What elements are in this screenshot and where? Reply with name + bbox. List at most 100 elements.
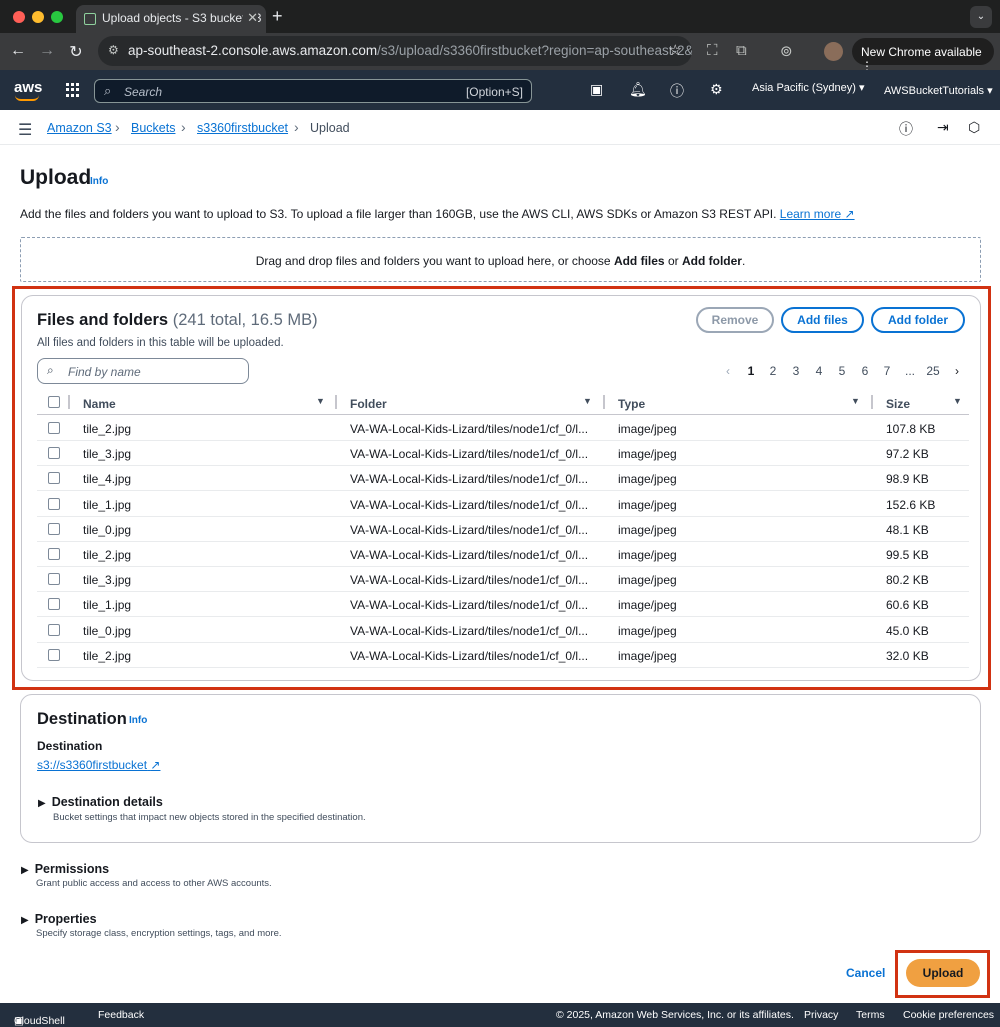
tab-search-icon[interactable]: ⌄ xyxy=(970,6,992,28)
bookmark-star-icon[interactable]: ☆ xyxy=(669,41,682,59)
page-1[interactable]: 1 xyxy=(744,364,758,378)
column-type[interactable]: Type xyxy=(618,397,645,411)
breadcrumb: ☰ Amazon S3 › Buckets › s3360firstbucket… xyxy=(0,110,1000,145)
row-checkbox[interactable] xyxy=(48,648,60,661)
table-row[interactable]: tile_2.jpg VA-WA-Local-Kids-Lizard/tiles/… xyxy=(37,416,969,441)
info-link[interactable]: Info xyxy=(90,176,108,187)
select-all-checkbox[interactable] xyxy=(48,396,60,408)
security-icon[interactable]: ⬡ xyxy=(968,119,980,136)
cell-type: image/jpeg xyxy=(618,573,677,588)
site-info-icon[interactable]: ⚙ xyxy=(108,43,119,57)
settings-gear-icon[interactable]: ⚙ xyxy=(710,81,723,98)
drop-zone[interactable]: Drag and drop files and folders you want… xyxy=(20,237,981,282)
row-checkbox[interactable] xyxy=(48,522,60,535)
table-row[interactable]: tile_0.jpg VA-WA-Local-Kids-Lizard/tiles/… xyxy=(37,517,969,542)
new-tab-icon[interactable]: + xyxy=(272,6,283,27)
page-2[interactable]: 2 xyxy=(766,364,780,378)
destination-details-toggle[interactable]: ▶ Destination details xyxy=(38,795,163,809)
row-checkbox[interactable] xyxy=(48,548,60,560)
destination-info-link[interactable]: Info xyxy=(129,715,147,726)
region-selector[interactable]: Asia Pacific (Sydney) ▾ xyxy=(752,81,865,94)
page-25[interactable]: 25 xyxy=(924,364,942,378)
table-row[interactable]: tile_1.jpg VA-WA-Local-Kids-Lizard/tiles/… xyxy=(37,492,969,517)
page-4[interactable]: 4 xyxy=(812,364,826,378)
close-window-icon[interactable] xyxy=(13,11,25,23)
prev-page-icon[interactable]: ‹ xyxy=(721,364,735,378)
add-files-button[interactable]: Add files xyxy=(781,307,864,333)
address-bar[interactable]: ⚙ ap-southeast-2.console.aws.amazon.com/… xyxy=(98,36,692,66)
sort-size-icon[interactable]: ▼ xyxy=(953,396,962,406)
remove-button[interactable]: Remove xyxy=(696,307,774,333)
screenshot-icon[interactable]: ⛶ xyxy=(707,42,718,59)
column-name[interactable]: Name xyxy=(83,397,116,411)
profile-avatar[interactable] xyxy=(824,42,843,61)
row-checkbox[interactable] xyxy=(48,573,60,586)
page-7[interactable]: 7 xyxy=(880,364,894,378)
table-row[interactable]: tile_3.jpg VA-WA-Local-Kids-Lizard/tiles/… xyxy=(37,567,969,593)
minimize-window-icon[interactable] xyxy=(32,11,44,23)
row-checkbox[interactable] xyxy=(48,623,60,636)
destination-link[interactable]: s3://s3360firstbucket ↗ xyxy=(37,758,160,772)
table-row[interactable]: tile_0.jpg VA-WA-Local-Kids-Lizard/tiles/… xyxy=(37,618,969,643)
table-row[interactable]: tile_3.jpg VA-WA-Local-Kids-Lizard/tiles/… xyxy=(37,441,969,467)
aws-search-input[interactable]: ⌕ Search [Option+S] xyxy=(94,79,532,103)
sort-folder-icon[interactable]: ▼ xyxy=(583,396,592,406)
row-checkbox[interactable] xyxy=(48,497,60,510)
row-checkbox[interactable] xyxy=(48,598,60,611)
cookie-preferences-link[interactable]: Cookie preferences xyxy=(903,1009,994,1021)
row-checkbox[interactable] xyxy=(48,422,60,434)
page-3[interactable]: 3 xyxy=(789,364,803,378)
sort-type-icon[interactable]: ▼ xyxy=(851,396,860,406)
add-folder-button[interactable]: Add folder xyxy=(871,307,965,333)
notifications-bell-icon[interactable]: 🔔︎ xyxy=(629,81,647,98)
next-page-icon[interactable]: › xyxy=(950,364,964,378)
cell-size: 60.6 KB xyxy=(886,598,929,613)
breadcrumb-buckets[interactable]: Buckets xyxy=(131,121,175,135)
page-5[interactable]: 5 xyxy=(835,364,849,378)
find-by-name-input[interactable]: ⌕ Find by name xyxy=(37,358,249,384)
breadcrumb-amazon-s3[interactable]: Amazon S3 xyxy=(47,121,112,135)
back-icon[interactable]: ← xyxy=(8,42,28,60)
table-row[interactable]: tile_2.jpg VA-WA-Local-Kids-Lizard/tiles/… xyxy=(37,542,969,567)
upload-button[interactable]: Upload xyxy=(906,959,980,987)
aws-logo[interactable]: aws xyxy=(14,79,42,101)
sort-name-icon[interactable]: ▼ xyxy=(316,396,325,406)
new-chrome-available-button[interactable]: New Chrome available ⋮ xyxy=(852,38,994,73)
cell-size: 152.6 KB xyxy=(886,497,936,512)
side-menu-icon[interactable]: ☰ xyxy=(18,120,32,140)
close-tab-icon[interactable]: ✕ xyxy=(243,10,258,26)
find-placeholder: Find by name xyxy=(68,365,141,379)
chevron-down-icon: ▾ xyxy=(859,82,865,94)
extensions-icon[interactable]: ⧉ xyxy=(736,42,747,59)
media-icon[interactable]: ⊚ xyxy=(780,42,793,60)
feedback-link[interactable]: Feedback xyxy=(98,1009,144,1021)
info-circle-icon[interactable]: ⓘ xyxy=(899,119,913,139)
cancel-button[interactable]: Cancel xyxy=(846,966,885,980)
panel-icon[interactable]: ⇥ xyxy=(937,119,949,136)
learn-more-link[interactable]: Learn more ↗ xyxy=(780,207,855,221)
browser-tab[interactable]: Upload objects - S3 bucket s3 ✕ xyxy=(76,5,266,33)
column-size[interactable]: Size xyxy=(886,397,910,411)
row-checkbox[interactable] xyxy=(48,472,60,485)
cloudshell-icon[interactable]: ▣ xyxy=(590,81,603,98)
terms-link[interactable]: Terms xyxy=(856,1009,885,1021)
row-checkbox[interactable] xyxy=(48,447,60,460)
table-row[interactable]: tile_1.jpg VA-WA-Local-Kids-Lizard/tiles/… xyxy=(37,592,969,618)
properties-toggle[interactable]: ▶ Properties xyxy=(21,912,97,926)
services-grid-icon[interactable] xyxy=(66,83,80,97)
privacy-link[interactable]: Privacy xyxy=(804,1009,838,1021)
table-row[interactable]: tile_2.jpg VA-WA-Local-Kids-Lizard/tiles/… xyxy=(37,643,969,668)
account-menu[interactable]: AWSBucketTutorials ▾ xyxy=(884,84,993,97)
permissions-toggle[interactable]: ▶ Permissions xyxy=(21,862,109,876)
table-row[interactable]: tile_4.jpg VA-WA-Local-Kids-Lizard/tiles/… xyxy=(37,466,969,492)
cell-folder: VA-WA-Local-Kids-Lizard/tiles/node1/cf_0… xyxy=(350,522,589,537)
forward-icon[interactable]: → xyxy=(37,42,57,60)
drop-end: . xyxy=(741,254,746,268)
help-icon[interactable]: ⓘ xyxy=(670,81,684,101)
reload-icon[interactable]: ↻ xyxy=(66,42,86,62)
maximize-window-icon[interactable] xyxy=(51,11,63,23)
column-folder[interactable]: Folder xyxy=(350,397,387,411)
properties-title: Properties xyxy=(34,912,97,926)
breadcrumb-bucket[interactable]: s3360firstbucket xyxy=(197,121,288,135)
page-6[interactable]: 6 xyxy=(858,364,872,378)
